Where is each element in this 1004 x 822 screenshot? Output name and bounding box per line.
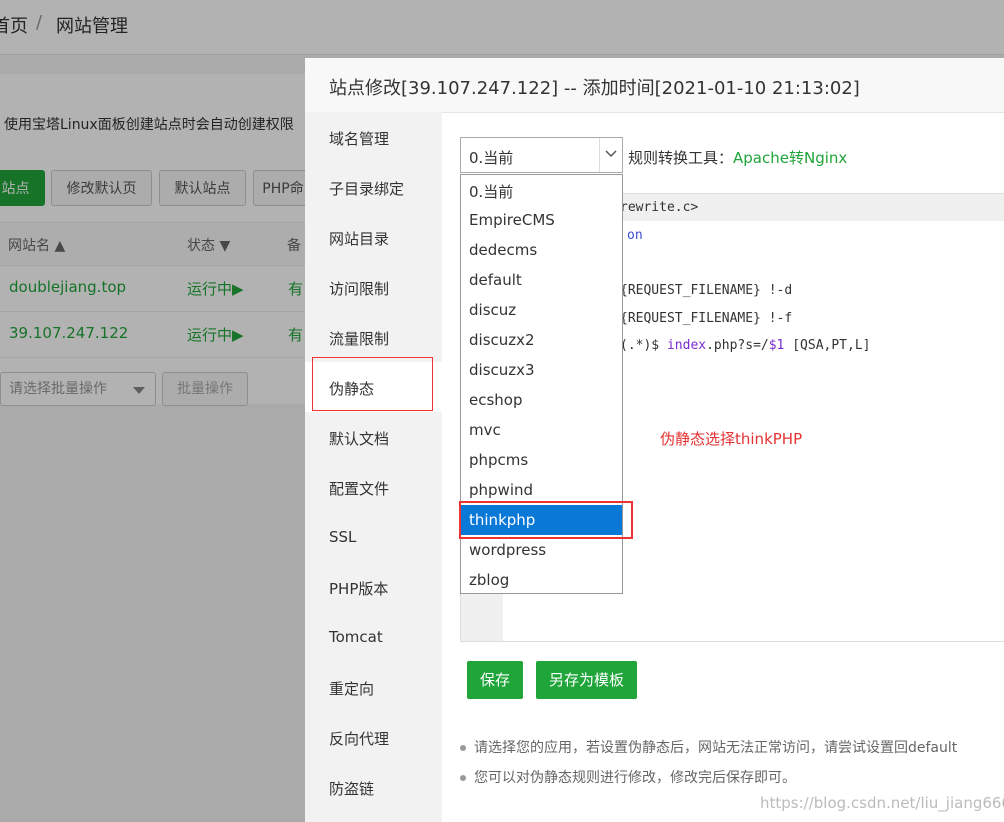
rewrite-template-select[interactable]: 0.当前 [460,137,623,173]
tab-label: 配置文件 [329,480,390,498]
chevron-down-icon[interactable] [599,138,622,172]
tab-reverse-proxy[interactable]: 反向代理 [305,712,442,762]
tip-item: 您可以对伪静态规则进行修改，修改完后保存即可。 [460,767,796,787]
tab-label: 重定向 [329,680,375,698]
code-line: rewrite.c> [620,200,699,215]
tab-label: 网站目录 [329,230,390,248]
bullet-icon [460,745,466,751]
tab-redirect[interactable]: 重定向 [305,662,442,712]
tab-php-version[interactable]: PHP版本 [305,562,442,612]
tip-item: 请选择您的应用，若设置伪静态后，网站无法正常访问，请尝试设置回default [460,737,957,757]
tab-traffic-limit[interactable]: 流量限制 [305,312,442,362]
tab-subdirectory-binding[interactable]: 子目录绑定 [305,162,442,212]
tab-tomcat[interactable]: Tomcat [305,612,442,662]
tab-site-directory[interactable]: 网站目录 [305,212,442,262]
dropdown-option[interactable]: dedecms [461,235,622,265]
dropdown-option[interactable]: default [461,265,622,295]
dropdown-option[interactable]: EmpireCMS [461,205,622,235]
save-as-template-button[interactable]: 另存为模板 [536,661,637,699]
tab-default-document[interactable]: 默认文档 [305,412,442,462]
watermark: https://blog.csdn.net/liu_jiang666 [760,794,1004,812]
dropdown-option[interactable]: discuzx2 [461,325,622,355]
apache-to-nginx-link[interactable]: Apache转Nginx [733,149,847,167]
rule-convert-label: 规则转换工具： [628,149,734,167]
tab-label: 默认文档 [329,430,390,448]
tab-access-limit[interactable]: 访问限制 [305,262,442,312]
rewrite-template-value: 0.当前 [469,149,514,167]
bullet-icon [460,775,466,781]
modal-header: 站点修改[39.107.247.122] -- 添加时间[2021-01-10 … [305,58,1004,113]
tab-hotlink-protection[interactable]: 防盗链 [305,762,442,812]
dropdown-option[interactable]: discuz [461,295,622,325]
dropdown-option[interactable]: discuzx3 [461,355,622,385]
tab-label: Tomcat [329,628,383,646]
tab-config-file[interactable]: 配置文件 [305,462,442,512]
save-button[interactable]: 保存 [467,661,523,699]
dropdown-option[interactable]: phpcms [461,445,622,475]
tab-label: 反向代理 [329,730,390,748]
dropdown-option[interactable]: wordpress [461,535,622,565]
tab-label: 访问限制 [329,280,390,298]
selected-option-highlight-box [459,501,633,539]
tab-label: SSL [329,528,357,546]
tab-domain-management[interactable]: 域名管理 [305,112,442,162]
code-line: {REQUEST_FILENAME} !-d [620,283,793,298]
tab-label: 流量限制 [329,330,390,348]
modal-title: 站点修改[39.107.247.122] -- 添加时间[2021-01-10 … [329,78,860,99]
dropdown-option[interactable]: ecshop [461,385,622,415]
code-line: (.*)$ index.php?s=/$1 [QSA,PT,L] [620,338,871,353]
tab-ssl[interactable]: SSL [305,512,442,562]
dropdown-option[interactable]: zblog [461,565,622,595]
dropdown-option[interactable]: mvc [461,415,622,445]
dropdown-option[interactable]: 0.当前 [461,175,622,205]
active-tab-highlight-box [312,357,433,411]
code-line: on [627,228,643,243]
tab-label: 域名管理 [329,130,390,148]
modal-tabs: 域名管理 子目录绑定 网站目录 访问限制 流量限制 伪静态 默认文档 配置文件 … [305,112,442,822]
tab-label: 子目录绑定 [329,180,405,198]
annotation-text: 伪静态选择thinkPHP [660,430,803,448]
tab-label: PHP版本 [329,580,389,598]
rule-convert-tool: 规则转换工具：Apache转Nginx [628,147,847,168]
tab-label: 防盗链 [329,780,375,798]
code-line: {REQUEST_FILENAME} !-f [620,311,793,326]
